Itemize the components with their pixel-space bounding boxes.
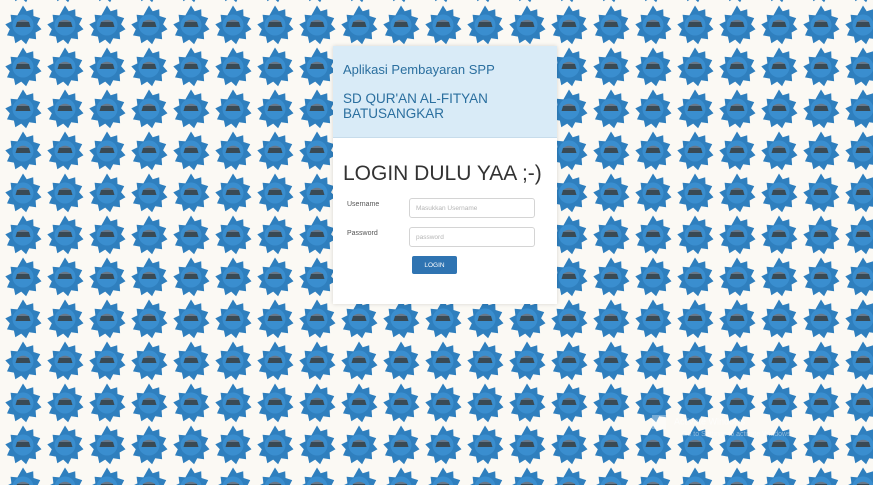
card-header: Aplikasi Pembayaran SPP SD QUR'AN AL-FIT… <box>333 46 557 138</box>
password-label: Password <box>347 230 378 237</box>
page-background: Aplikasi Pembayaran SPP SD QUR'AN AL-FIT… <box>0 0 873 485</box>
activate-windows-watermark: Activate Windows Go to Settings to activ… <box>652 415 793 441</box>
password-input[interactable] <box>409 227 535 247</box>
school-name: SD QUR'AN AL-FITYAN BATUSANGKAR <box>343 91 488 121</box>
watermark-subtitle: Go to Settings to activate Windows. <box>682 431 793 438</box>
password-row: Password <box>343 227 547 247</box>
login-card: Aplikasi Pembayaran SPP SD QUR'AN AL-FIT… <box>333 46 557 304</box>
login-form: LOGIN DULU YAA ;-) Username Password LOG… <box>333 138 557 284</box>
login-heading: LOGIN DULU YAA ;-) <box>343 162 542 185</box>
watermark-title: Activate Windows <box>674 416 746 427</box>
username-label: Username <box>347 201 380 208</box>
login-button[interactable]: LOGIN <box>412 256 457 274</box>
username-input[interactable] <box>409 198 535 218</box>
windows-icon <box>652 415 666 429</box>
username-row: Username <box>343 198 547 218</box>
app-title: Aplikasi Pembayaran SPP <box>343 62 495 77</box>
